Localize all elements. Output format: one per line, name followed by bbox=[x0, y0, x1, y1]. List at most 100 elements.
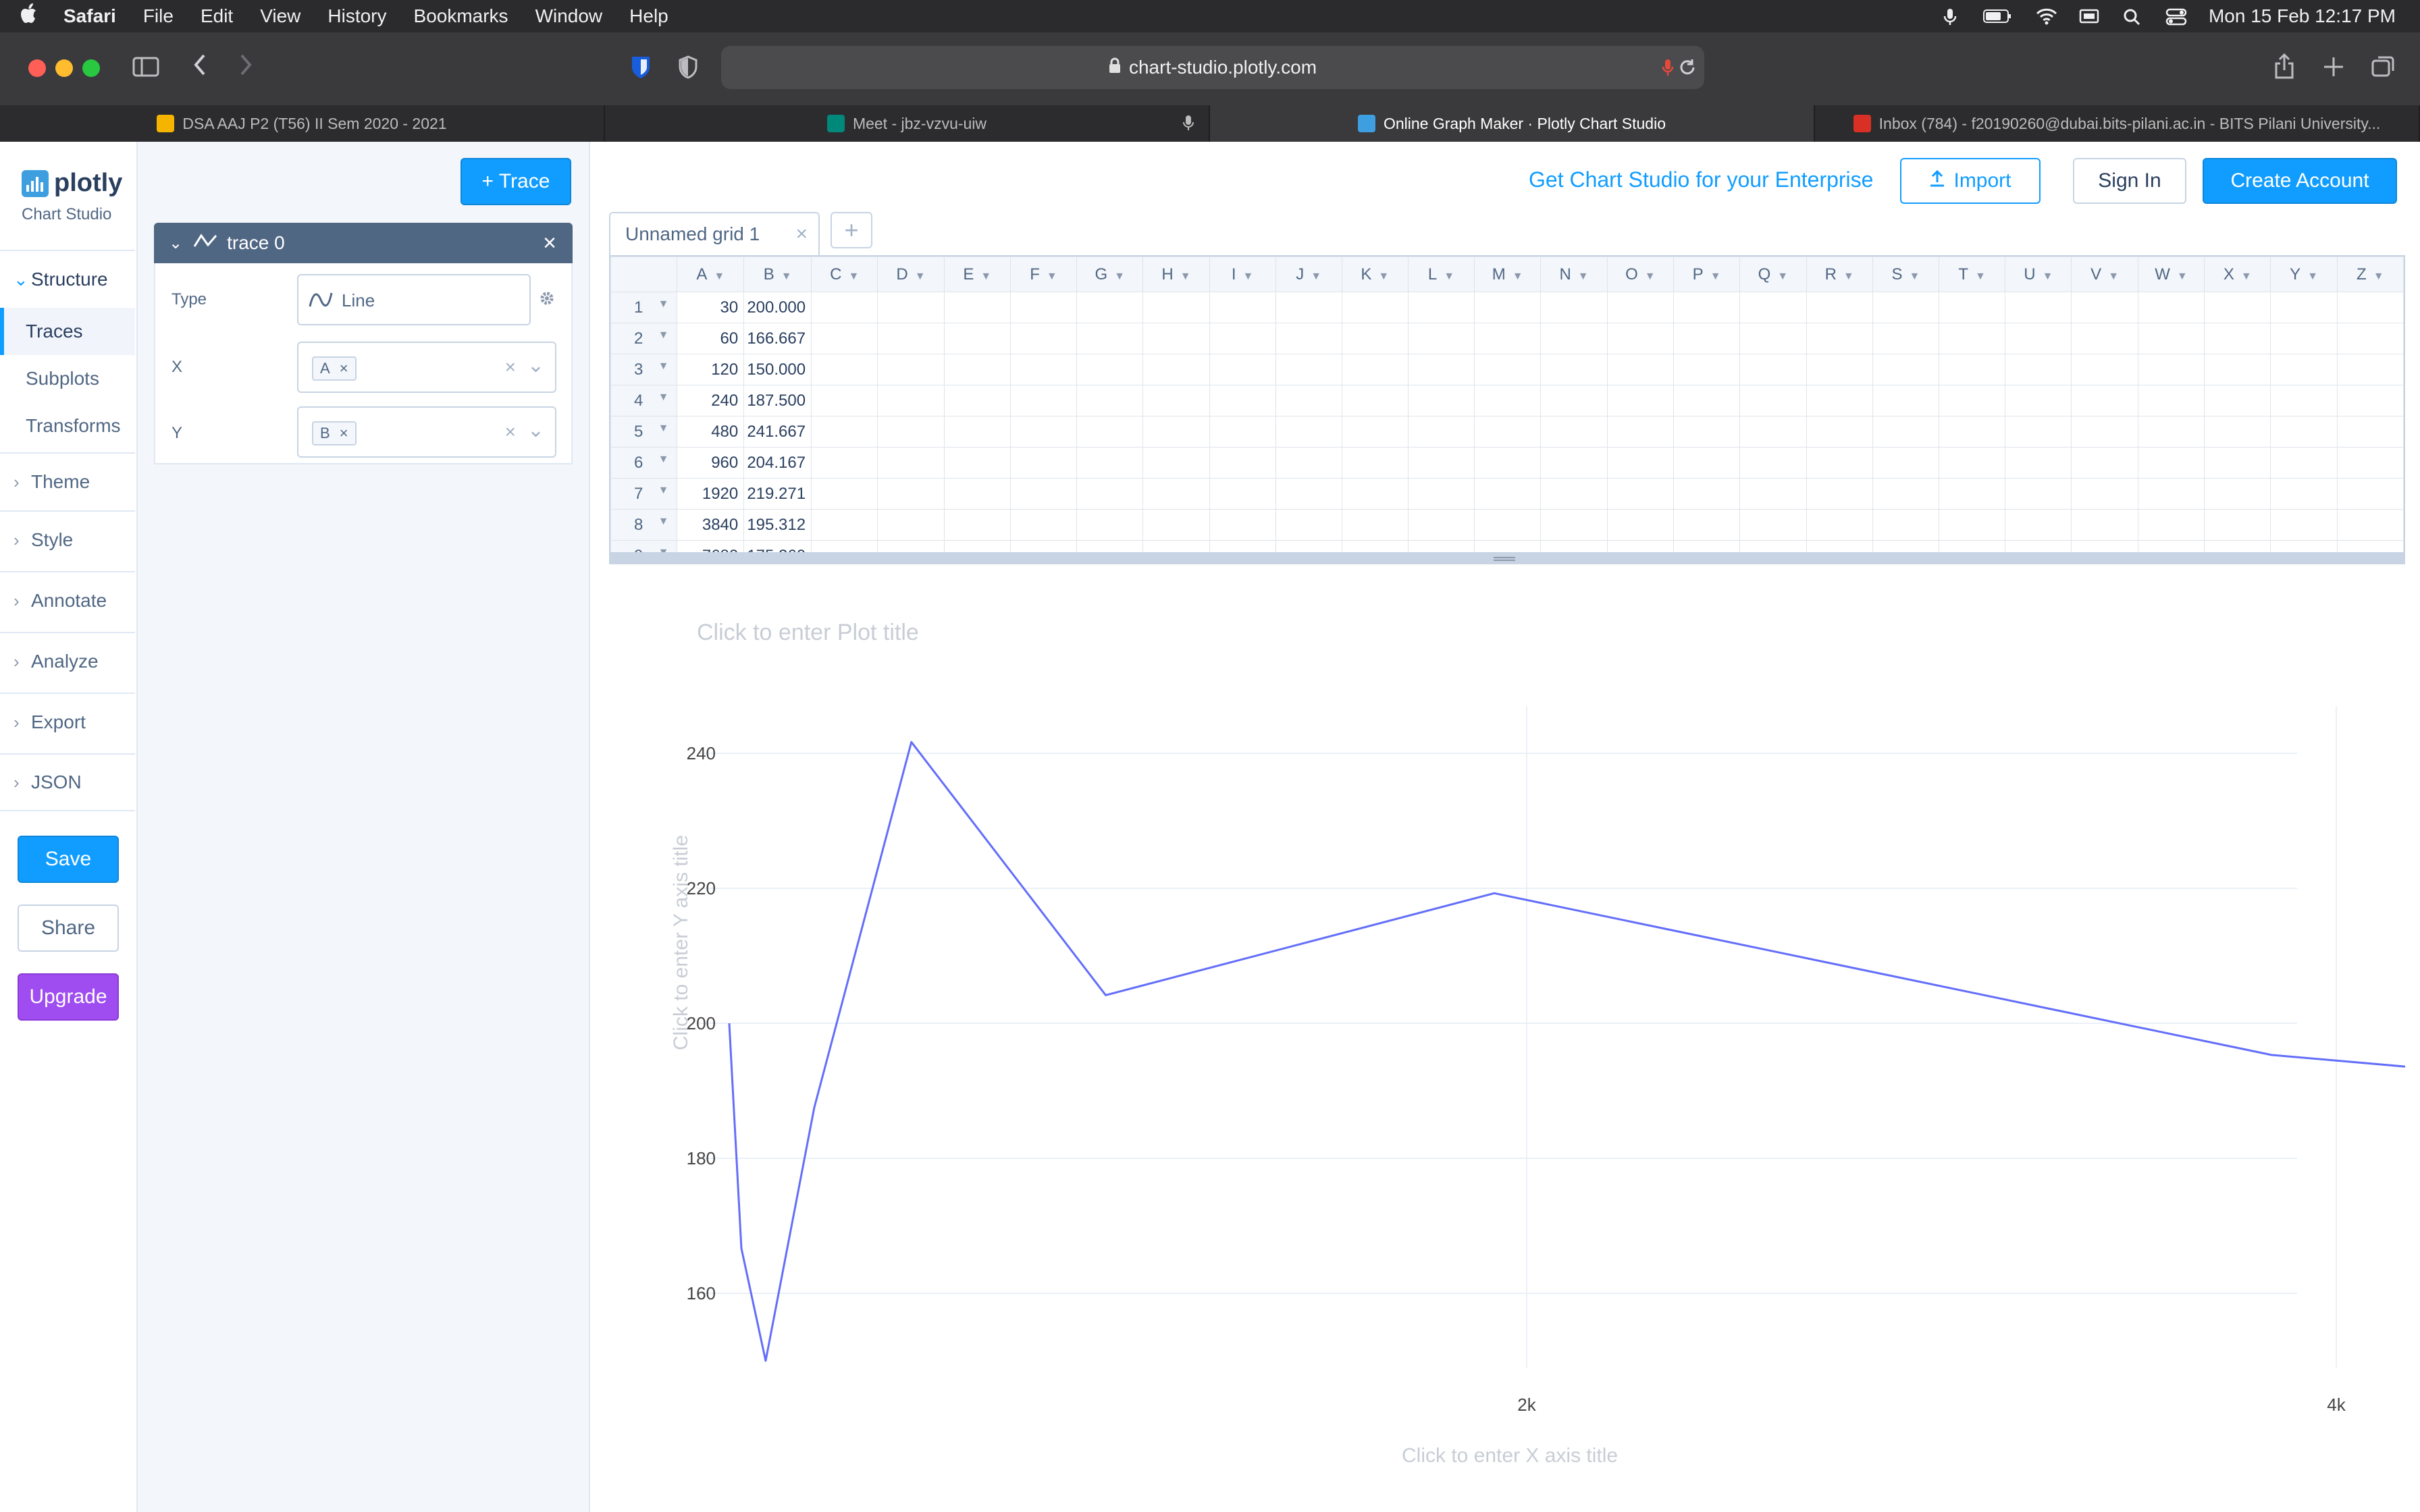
column-menu-icon[interactable]: ▼ bbox=[1444, 271, 1454, 282]
column-menu-icon[interactable]: ▼ bbox=[1578, 271, 1589, 282]
row-number[interactable]: 6 ▼ bbox=[610, 447, 678, 479]
grid-cell[interactable] bbox=[1341, 478, 1409, 510]
row-number[interactable]: 9▼ bbox=[610, 540, 678, 552]
column-header[interactable]: C ▼ bbox=[811, 256, 878, 292]
grid-cell[interactable] bbox=[811, 478, 878, 510]
grid-cell[interactable] bbox=[1009, 478, 1078, 510]
nav-analyze[interactable]: › Analyze bbox=[0, 632, 135, 690]
x-column-chip[interactable]: A × bbox=[312, 356, 357, 381]
nav-subplots[interactable]: Subplots bbox=[0, 355, 135, 402]
grid-cell[interactable] bbox=[1076, 292, 1144, 323]
grid-cell[interactable] bbox=[2005, 292, 2072, 323]
grid-cell[interactable] bbox=[2137, 447, 2205, 479]
menu-window[interactable]: Window bbox=[535, 5, 603, 27]
grid-cell[interactable] bbox=[1076, 540, 1144, 552]
column-menu-icon[interactable]: ▼ bbox=[2043, 271, 2053, 282]
grid-cell[interactable] bbox=[1209, 509, 1276, 541]
grid-cell[interactable] bbox=[2137, 385, 2205, 416]
tab-meet[interactable]: Meet - jbz-vzvu-uiw bbox=[605, 105, 1210, 142]
column-menu-icon[interactable]: ▼ bbox=[1047, 271, 1057, 282]
grid-cell[interactable] bbox=[1872, 447, 1940, 479]
reload-icon[interactable] bbox=[1679, 58, 1696, 82]
grid-cell[interactable] bbox=[1076, 354, 1144, 385]
menu-history[interactable]: History bbox=[327, 5, 386, 27]
grid-cell[interactable] bbox=[877, 509, 945, 541]
recording-mic-icon[interactable] bbox=[1661, 58, 1675, 82]
grid-cell[interactable] bbox=[1341, 447, 1409, 479]
grid-cell[interactable] bbox=[1606, 292, 1674, 323]
grid-cell[interactable] bbox=[1209, 354, 1276, 385]
column-menu-icon[interactable]: ▼ bbox=[1512, 271, 1523, 282]
grid-cell[interactable]: 3840 bbox=[677, 509, 745, 541]
grid-cell[interactable] bbox=[2005, 323, 2072, 354]
grid-cell[interactable] bbox=[1076, 323, 1144, 354]
grid-cell[interactable] bbox=[2137, 416, 2205, 448]
column-menu-icon[interactable]: ▼ bbox=[1910, 271, 1920, 282]
grid-cell[interactable]: 120 bbox=[677, 354, 745, 385]
grid-cell[interactable] bbox=[1341, 416, 1409, 448]
grid-cell[interactable] bbox=[1341, 540, 1409, 552]
grid-cell[interactable] bbox=[1872, 292, 1940, 323]
clock[interactable]: Mon 15 Feb 12:17 PM bbox=[2209, 5, 2396, 27]
grid-cell[interactable] bbox=[2270, 385, 2338, 416]
grid-cell[interactable] bbox=[1009, 540, 1078, 552]
grid-cell[interactable] bbox=[1806, 416, 1873, 448]
x-axis-title-placeholder[interactable]: Click to enter X axis title bbox=[1402, 1444, 1618, 1467]
grid-cell[interactable] bbox=[877, 323, 945, 354]
column-header[interactable]: A ▼ bbox=[677, 256, 745, 292]
grid-cell[interactable] bbox=[1806, 509, 1873, 541]
tab-gmail[interactable]: Inbox (784) - f20190260@dubai.bits-pilan… bbox=[1815, 105, 2420, 142]
grid-cell[interactable]: 30 bbox=[677, 292, 745, 323]
tab-mic-icon[interactable] bbox=[1183, 115, 1194, 135]
share-icon[interactable] bbox=[2274, 53, 2294, 86]
grid-cell[interactable] bbox=[1939, 509, 2006, 541]
column-menu-icon[interactable]: ▼ bbox=[2307, 271, 2318, 282]
row-number[interactable]: 4 ▼ bbox=[610, 385, 678, 416]
grid-cell[interactable]: 204.167 bbox=[743, 447, 812, 479]
grid-cell[interactable] bbox=[2071, 478, 2138, 510]
grid-cell[interactable] bbox=[1939, 447, 2006, 479]
grid-cell[interactable] bbox=[877, 447, 945, 479]
grid-cell[interactable] bbox=[943, 416, 1011, 448]
y-column-selector[interactable]: B × × ⌄ bbox=[297, 406, 556, 458]
grid-cell[interactable] bbox=[1939, 416, 2006, 448]
grid-cell[interactable]: 175.260 bbox=[743, 540, 812, 552]
grid-cell[interactable]: 1920 bbox=[677, 478, 745, 510]
grid-cell[interactable] bbox=[1407, 447, 1475, 479]
grid-cell[interactable] bbox=[1142, 323, 1210, 354]
grid-cell[interactable] bbox=[2204, 354, 2271, 385]
grid-cell[interactable] bbox=[1009, 354, 1078, 385]
grid-cell[interactable] bbox=[2137, 354, 2205, 385]
grid-cell[interactable] bbox=[1407, 292, 1475, 323]
grid-cell[interactable]: 200.000 bbox=[743, 292, 812, 323]
grid-cell[interactable] bbox=[1806, 323, 1873, 354]
grid-cell[interactable] bbox=[1474, 323, 1542, 354]
column-header[interactable]: H ▼ bbox=[1142, 256, 1210, 292]
grid-cell[interactable] bbox=[2005, 540, 2072, 552]
address-bar[interactable]: chart-studio.plotly.com bbox=[721, 46, 1704, 89]
grid-cell[interactable] bbox=[2204, 385, 2271, 416]
grid-cell[interactable]: 150.000 bbox=[743, 354, 812, 385]
grid-cell[interactable] bbox=[2137, 292, 2205, 323]
trace-header[interactable]: ⌄ trace 0 × bbox=[154, 223, 573, 263]
grid-cell[interactable] bbox=[2336, 447, 2404, 479]
grid-cell[interactable] bbox=[943, 385, 1011, 416]
grid-cell[interactable] bbox=[1540, 385, 1608, 416]
grid-cell[interactable] bbox=[2005, 509, 2072, 541]
grid-cell[interactable] bbox=[1540, 292, 1608, 323]
grid-cell[interactable] bbox=[1806, 447, 1873, 479]
grid-cell[interactable] bbox=[1872, 385, 1940, 416]
grid-cell[interactable] bbox=[877, 354, 945, 385]
clear-icon[interactable]: × bbox=[505, 356, 516, 378]
grid-cell[interactable]: 60 bbox=[677, 323, 745, 354]
grid-cell[interactable] bbox=[1606, 385, 1674, 416]
column-menu-icon[interactable]: ▼ bbox=[714, 271, 725, 282]
menu-safari[interactable]: Safari bbox=[63, 5, 116, 27]
column-menu-icon[interactable]: ▼ bbox=[848, 271, 859, 282]
grid-cell[interactable] bbox=[1739, 478, 1807, 510]
nav-structure[interactable]: ⌄ Structure bbox=[0, 250, 135, 308]
column-header[interactable]: D ▼ bbox=[877, 256, 945, 292]
import-button[interactable]: Import bbox=[1900, 158, 2041, 204]
grid-cell[interactable] bbox=[1872, 478, 1940, 510]
column-menu-icon[interactable]: ▼ bbox=[1975, 271, 1986, 282]
